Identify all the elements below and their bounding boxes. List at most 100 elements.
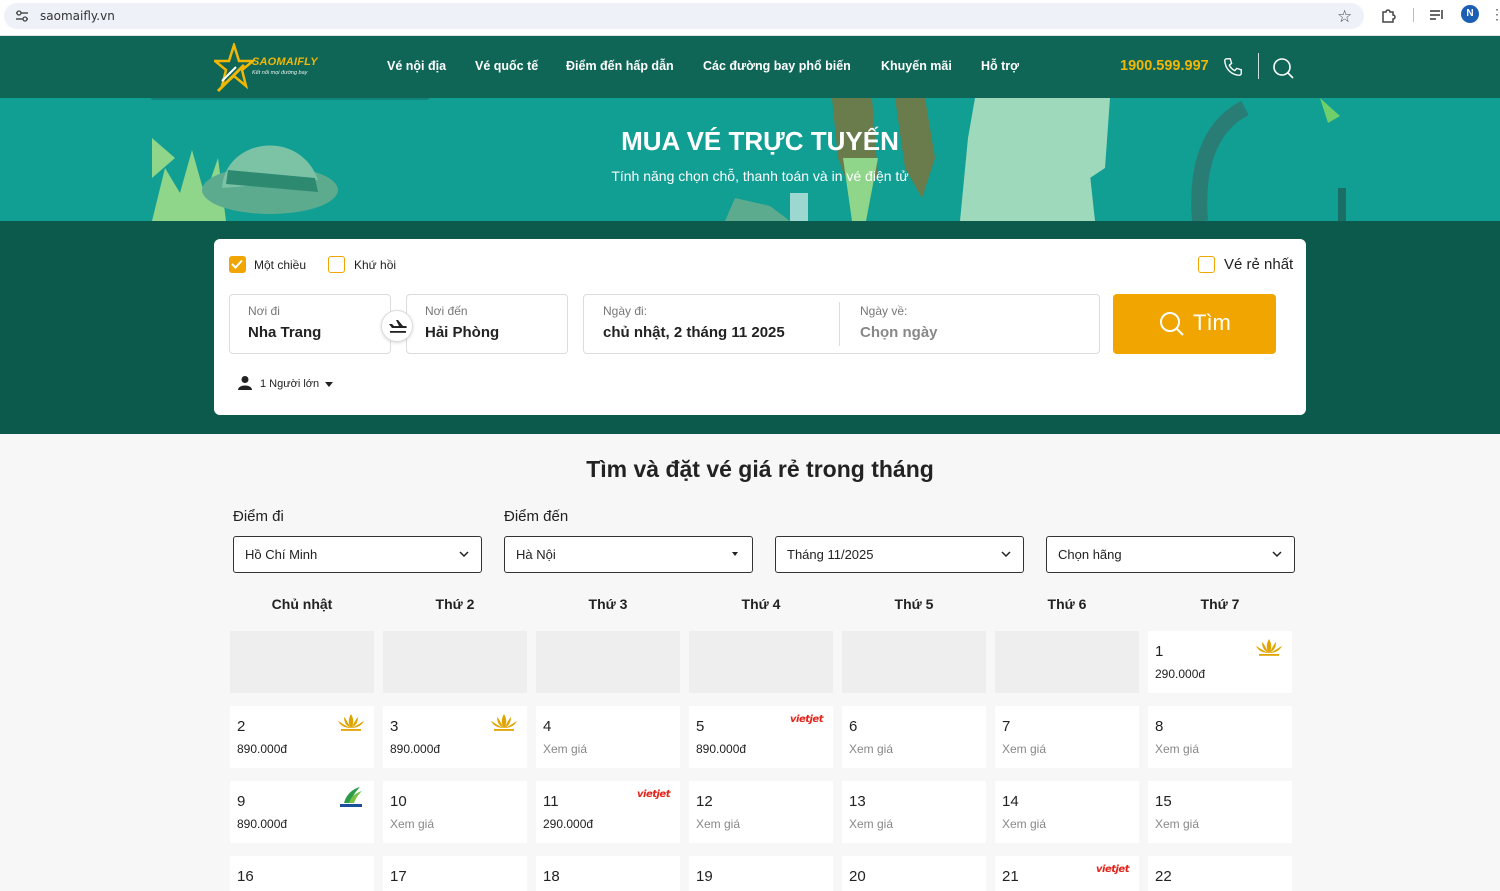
monthly-destination-value: Hà Nội xyxy=(516,547,556,562)
nav-promotions[interactable]: Khuyến mãi xyxy=(881,59,952,73)
day-price: Xem giá xyxy=(1002,817,1047,831)
calendar-day-cell[interactable]: 14 Xem giá xyxy=(995,781,1139,843)
calendar-day-cell[interactable]: 15 Xem giá xyxy=(1148,781,1292,843)
day-number: 21 xyxy=(1002,868,1019,885)
return-date-label: Ngày về: xyxy=(860,304,908,318)
airline-value: Chọn hãng xyxy=(1058,547,1122,562)
cheapest-checkbox[interactable] xyxy=(1198,256,1215,273)
origin-value[interactable]: Nha Trang xyxy=(248,324,321,341)
logo-tagline: Kết nối mọi đường bay xyxy=(252,70,308,76)
site-header: SAOMAIFLY Kết nối mọi đường bay Vé nội đ… xyxy=(0,36,1500,98)
destination-value[interactable]: Hải Phòng xyxy=(425,324,499,341)
search-icon[interactable] xyxy=(1271,56,1295,80)
month-select[interactable]: Tháng 11/2025 xyxy=(775,536,1024,573)
vietnam-airlines-logo-icon xyxy=(491,714,517,731)
check-icon xyxy=(231,259,243,269)
profile-avatar[interactable]: N xyxy=(1461,5,1479,23)
phone-icon[interactable] xyxy=(1222,56,1244,78)
media-queue-icon[interactable] xyxy=(1428,6,1446,24)
calendar-day-cell[interactable]: 1 290.000đ xyxy=(1148,631,1292,693)
calendar-day-cell[interactable]: 17 xyxy=(383,856,527,891)
day-price: Xem giá xyxy=(543,742,588,756)
day-price: Xem giá xyxy=(390,817,435,831)
day-price: Xem giá xyxy=(849,817,894,831)
logo-name: SAOMAIFLY xyxy=(252,56,318,68)
calendar-day-cell[interactable]: 22 xyxy=(1148,856,1292,891)
calendar-day-cell[interactable]: 13 Xem giá xyxy=(842,781,986,843)
monthly-origin-select[interactable]: Hồ Chí Minh xyxy=(233,536,482,573)
nav-domestic-tickets[interactable]: Vé nội địa xyxy=(387,59,446,73)
bookmark-star-icon[interactable]: ☆ xyxy=(1337,7,1352,27)
round-trip-label[interactable]: Khứ hồi xyxy=(354,258,396,272)
vietjet-logo-icon: vietjet xyxy=(790,714,824,725)
cheapest-label[interactable]: Vé rẻ nhất xyxy=(1224,256,1293,273)
depart-date-value[interactable]: chủ nhật, 2 tháng 11 2025 xyxy=(603,324,785,341)
extensions-icon[interactable] xyxy=(1380,6,1398,24)
airline-select[interactable]: Chọn hãng xyxy=(1046,536,1295,573)
saomaifly-logo[interactable]: SAOMAIFLY Kết nối mọi đường bay xyxy=(214,40,324,94)
calendar-day-cell[interactable]: 3 890.000đ xyxy=(383,706,527,768)
weekday-label: Thứ 6 xyxy=(1047,596,1087,612)
browser-menu-icon[interactable]: ⋮ xyxy=(1490,6,1500,23)
calendar-day-cell[interactable]: 5 890.000đ vietjet xyxy=(689,706,833,768)
day-number: 1 xyxy=(1155,643,1164,660)
return-date-placeholder[interactable]: Chọn ngày xyxy=(860,324,938,341)
day-price: Xem giá xyxy=(1155,817,1200,831)
calendar-day-cell[interactable]: 12 Xem giá xyxy=(689,781,833,843)
bamboo-airways-logo-icon xyxy=(340,787,362,807)
nav-international-tickets[interactable]: Vé quốc tế xyxy=(475,59,538,73)
date-field[interactable]: Ngày đi: chủ nhật, 2 tháng 11 2025 Ngày … xyxy=(583,294,1100,354)
chevron-down-icon xyxy=(459,551,469,558)
one-way-checkbox[interactable] xyxy=(229,256,246,273)
day-number: 3 xyxy=(390,718,399,735)
browser-toolbar: saomaifly.vn ☆ N ⋮ xyxy=(0,0,1500,36)
round-trip-checkbox[interactable] xyxy=(328,256,345,273)
calendar-empty-cell xyxy=(842,631,986,693)
toolbar-divider xyxy=(1413,8,1414,22)
origin-label: Nơi đi xyxy=(248,304,280,318)
vietnam-airlines-logo-icon xyxy=(338,714,364,731)
calendar-day-cell[interactable]: 18 xyxy=(536,856,680,891)
swap-airports-button[interactable] xyxy=(381,310,413,342)
calendar-day-cell[interactable]: 4 Xem giá xyxy=(536,706,680,768)
calendar-day-cell[interactable]: 10 Xem giá xyxy=(383,781,527,843)
origin-field[interactable]: Nơi đi Nha Trang xyxy=(229,294,391,354)
day-number: 6 xyxy=(849,718,858,735)
calendar-day-cell[interactable]: 21 vietjet xyxy=(995,856,1139,891)
calendar-day-cell[interactable]: 7 Xem giá xyxy=(995,706,1139,768)
monthly-origin-value: Hồ Chí Minh xyxy=(245,547,318,562)
day-number: 19 xyxy=(696,868,713,885)
address-bar[interactable]: saomaifly.vn ☆ xyxy=(4,3,1364,29)
nav-support[interactable]: Hỗ trợ xyxy=(981,59,1019,73)
day-number: 5 xyxy=(696,718,705,735)
day-number: 14 xyxy=(1002,793,1019,810)
calendar-day-cell[interactable]: 6 Xem giá xyxy=(842,706,986,768)
flight-search-card: Một chiều Khứ hồi Vé rẻ nhất Nơi đi Nha … xyxy=(214,239,1306,415)
site-settings-icon[interactable] xyxy=(15,10,29,22)
weekday-label: Thứ 3 xyxy=(588,596,628,612)
logo-star-icon xyxy=(214,43,254,93)
hotline-number[interactable]: 1900.599.997 xyxy=(1120,58,1209,74)
calendar-day-cell[interactable]: 16 xyxy=(230,856,374,891)
nav-destinations[interactable]: Điểm đến hấp dẫn xyxy=(566,59,674,73)
day-price: 290.000đ xyxy=(543,817,594,831)
calendar-day-cell[interactable]: 11 290.000đ vietjet xyxy=(536,781,680,843)
monthly-destination-select[interactable]: Hà Nội xyxy=(504,536,753,573)
vietjet-logo-icon: vietjet xyxy=(1096,864,1130,875)
day-number: 2 xyxy=(237,718,246,735)
person-icon xyxy=(238,376,252,390)
calendar-day-cell[interactable]: 19 xyxy=(689,856,833,891)
calendar-day-cell[interactable]: 8 Xem giá xyxy=(1148,706,1292,768)
nav-popular-routes[interactable]: Các đường bay phổ biến xyxy=(703,59,851,73)
calendar-day-cell[interactable]: 20 xyxy=(842,856,986,891)
calendar-empty-cell xyxy=(689,631,833,693)
search-flights-button[interactable]: Tìm xyxy=(1113,294,1276,354)
one-way-label[interactable]: Một chiều xyxy=(254,258,306,272)
date-divider xyxy=(839,302,840,346)
monthly-destination-label: Điểm đến xyxy=(504,508,569,525)
day-price: 290.000đ xyxy=(1155,667,1206,681)
url-text[interactable]: saomaifly.vn xyxy=(40,9,115,23)
destination-field[interactable]: Nơi đến Hải Phòng xyxy=(406,294,568,354)
calendar-day-cell[interactable]: 2 890.000đ xyxy=(230,706,374,768)
calendar-day-cell[interactable]: 9 890.000đ xyxy=(230,781,374,843)
